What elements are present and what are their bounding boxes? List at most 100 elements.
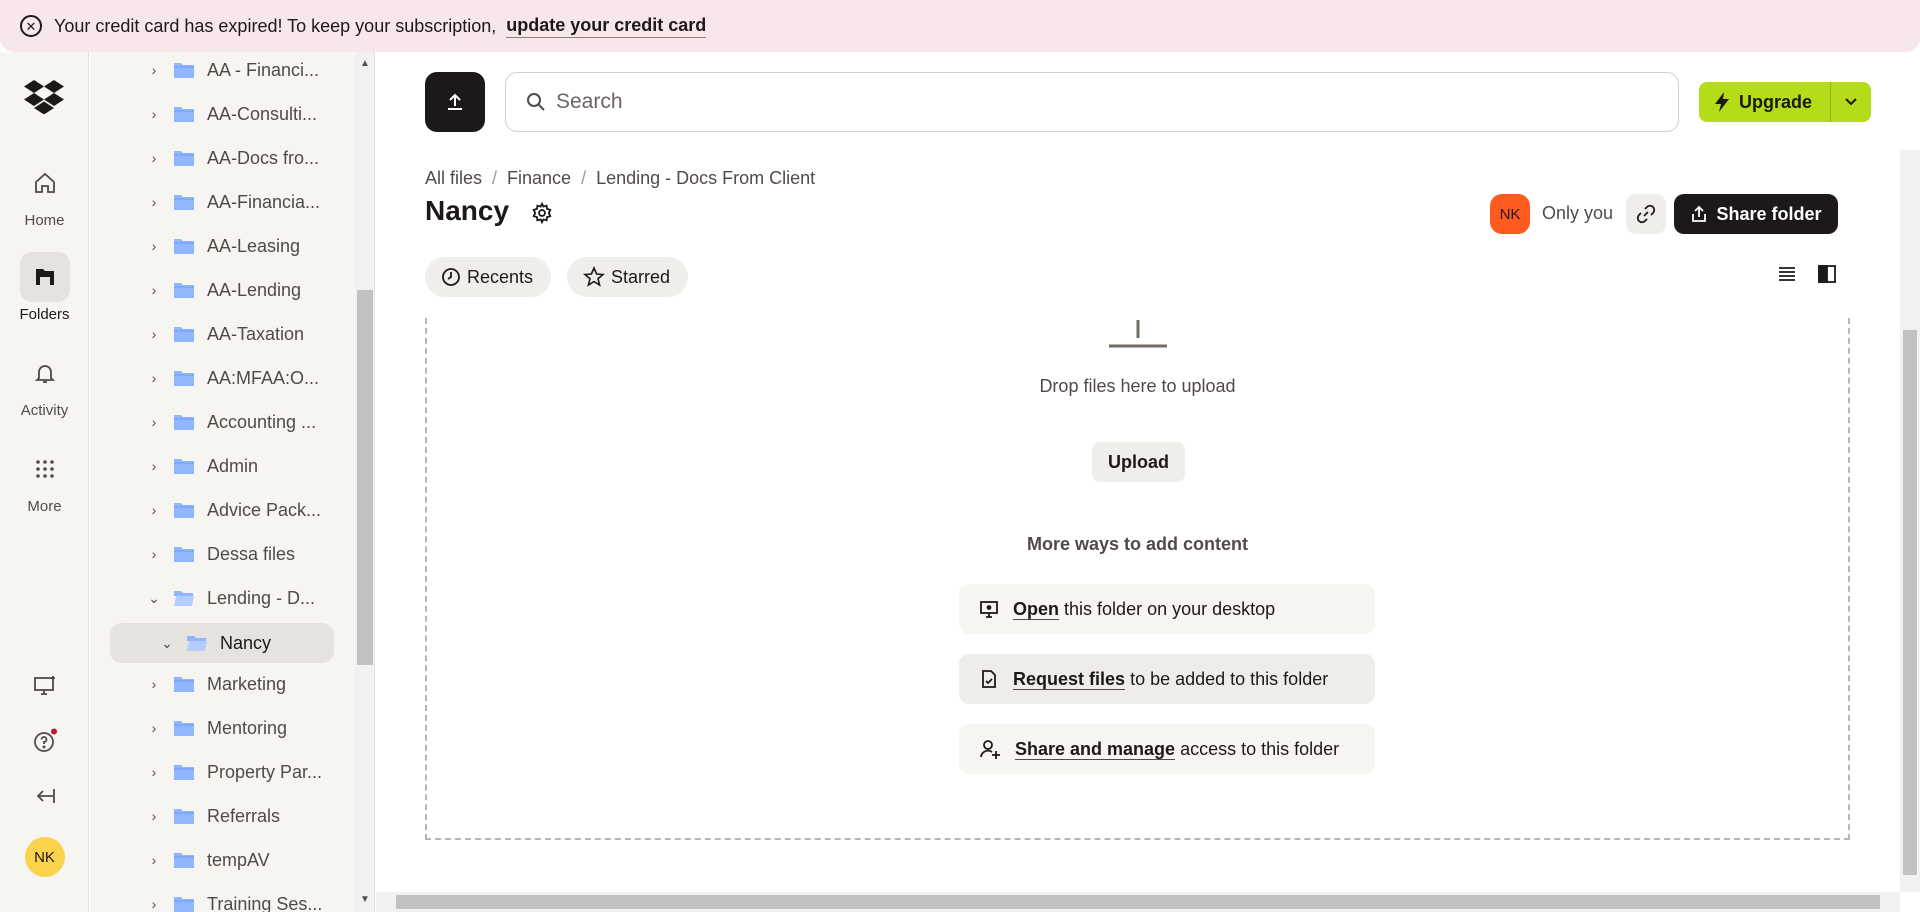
breadcrumb-all-files[interactable]: All files xyxy=(425,168,482,189)
main-horizontal-scrollbar[interactable] xyxy=(376,892,1900,912)
share-and-manage-option[interactable]: Share and manage access to this folder xyxy=(959,724,1375,774)
share-folder-button[interactable]: Share folder xyxy=(1674,194,1838,234)
chevron-down-icon[interactable]: ⌄ xyxy=(160,635,174,652)
chevron-right-icon[interactable]: › xyxy=(147,546,161,562)
drop-zone-upload-button[interactable]: Upload xyxy=(1092,442,1185,482)
recents-filter[interactable]: Recents xyxy=(425,257,552,297)
folder-icon xyxy=(174,327,194,342)
desktop-app-icon[interactable] xyxy=(0,674,89,698)
breadcrumb-lending[interactable]: Lending - Docs From Client xyxy=(596,168,815,189)
folder-settings-gear-icon[interactable] xyxy=(531,201,553,229)
chevron-right-icon[interactable]: › xyxy=(147,764,161,780)
drop-hint: Drop files here to upload xyxy=(1039,376,1236,396)
chevron-down-icon[interactable]: ⌄ xyxy=(147,590,161,607)
request-option-text: Request files to be added to this folder xyxy=(1013,668,1329,690)
chevron-right-icon[interactable]: › xyxy=(147,676,161,692)
folder-tree-scrollbar[interactable]: ▲ ▼ xyxy=(355,52,375,912)
tree-item[interactable]: › AA - Financi... xyxy=(90,52,355,90)
account-menu[interactable]: NK xyxy=(0,837,89,877)
tree-item-selected[interactable]: ⌄ Nancy xyxy=(110,623,334,663)
chevron-right-icon[interactable]: › xyxy=(147,62,161,78)
chevron-right-icon[interactable]: › xyxy=(147,150,161,166)
list-view-icon[interactable] xyxy=(1777,264,1797,289)
nav-activity[interactable]: Activity xyxy=(0,348,89,419)
scroll-up-arrow-icon[interactable]: ▲ xyxy=(355,58,375,69)
tree-item[interactable]: › Dessa files xyxy=(90,534,355,574)
tree-item[interactable]: › AA-Taxation xyxy=(90,314,355,354)
chevron-right-icon[interactable]: › xyxy=(147,326,161,342)
tree-item[interactable]: › Mentoring xyxy=(90,708,355,748)
search-box[interactable] xyxy=(505,72,1679,132)
chevron-right-icon[interactable]: › xyxy=(147,282,161,298)
owner-avatar[interactable]: NK xyxy=(1490,194,1530,234)
chevron-right-icon[interactable]: › xyxy=(147,720,161,736)
tree-item-label: AA:MFAA:O... xyxy=(207,367,320,388)
tree-item[interactable]: › Advice Pack... xyxy=(90,490,355,530)
scrollbar-thumb[interactable] xyxy=(1903,330,1917,875)
tree-item[interactable]: › AA-Consulti... xyxy=(90,94,355,134)
open-on-desktop-option[interactable]: Open this folder on your desktop xyxy=(959,584,1375,634)
home-icon xyxy=(20,158,70,208)
help-icon[interactable] xyxy=(0,728,89,754)
tree-item-label: Dessa files xyxy=(207,543,296,564)
chevron-right-icon[interactable]: › xyxy=(147,370,161,386)
tree-item[interactable]: › AA-Leasing xyxy=(90,226,355,266)
tree-item[interactable]: › AA-Financia... xyxy=(90,182,355,222)
update-credit-card-link[interactable]: update your credit card xyxy=(506,15,707,38)
tree-item-label: AA-Leasing xyxy=(207,235,301,256)
tree-item-label: Lending - D... xyxy=(207,587,316,608)
person-add-icon xyxy=(980,740,1000,759)
tree-item[interactable]: › Accounting ... xyxy=(90,402,355,442)
dropbox-logo-icon[interactable] xyxy=(24,78,64,114)
open-option-text: Open this folder on your desktop xyxy=(1013,598,1276,620)
tree-item[interactable]: › tempAV xyxy=(90,840,355,880)
upgrade-button[interactable]: Upgrade xyxy=(1699,82,1831,122)
scrollbar-thumb[interactable] xyxy=(396,895,1880,909)
chevron-right-icon[interactable]: › xyxy=(147,414,161,430)
copy-link-button[interactable] xyxy=(1626,194,1666,234)
share-icon xyxy=(1692,205,1707,222)
banner-message: Your credit card has expired! To keep yo… xyxy=(54,15,497,36)
chevron-right-icon[interactable]: › xyxy=(147,194,161,210)
chevron-right-icon[interactable]: › xyxy=(147,852,161,868)
tree-item[interactable]: › AA:MFAA:O... xyxy=(90,358,355,398)
tree-item-label: Admin xyxy=(207,455,259,476)
nav-home[interactable]: Home xyxy=(0,158,89,229)
collapse-sidebar-icon[interactable] xyxy=(0,784,89,808)
nav-more[interactable]: More xyxy=(0,444,89,515)
scrollbar-thumb[interactable] xyxy=(357,290,373,665)
chevron-right-icon[interactable]: › xyxy=(147,238,161,254)
share-folder-label: Share folder xyxy=(1716,203,1822,224)
chevron-right-icon[interactable]: › xyxy=(147,896,161,912)
info-panel-icon[interactable] xyxy=(1817,264,1837,289)
tree-item[interactable]: › AA-Docs fro... xyxy=(90,138,355,178)
tree-item-label: AA-Lending xyxy=(207,279,302,300)
tree-item[interactable]: › Marketing xyxy=(90,664,355,704)
chevron-right-icon[interactable]: › xyxy=(147,458,161,474)
upgrade-dropdown-button[interactable] xyxy=(1831,82,1871,122)
tree-item[interactable]: › Property Par... xyxy=(90,752,355,792)
upload-button[interactable] xyxy=(425,72,485,132)
chevron-right-icon[interactable]: › xyxy=(147,106,161,122)
tree-item[interactable]: › AA-Lending xyxy=(90,270,355,310)
tree-item[interactable]: ⌄ Lending - D... xyxy=(90,578,355,618)
search-input[interactable] xyxy=(556,90,1556,114)
folder-icon xyxy=(174,107,194,122)
request-files-option[interactable]: Request files to be added to this folder xyxy=(959,654,1375,704)
main-vertical-scrollbar[interactable] xyxy=(1900,150,1920,892)
tree-item[interactable]: › Admin xyxy=(90,446,355,486)
folder-icon xyxy=(174,721,194,736)
scroll-down-arrow-icon[interactable]: ▼ xyxy=(355,894,375,905)
chevron-right-icon[interactable]: › xyxy=(147,808,161,824)
chevron-right-icon[interactable]: › xyxy=(147,502,161,518)
main-content: Upgrade All files / Finance / Lending - … xyxy=(376,52,1920,912)
breadcrumb-finance[interactable]: Finance xyxy=(507,168,571,189)
tree-item-label: Accounting ... xyxy=(207,411,317,432)
credit-card-expired-banner: ✕ Your credit card has expired! To keep … xyxy=(0,0,1920,52)
tree-item[interactable]: › Training Ses... xyxy=(90,884,355,912)
upload-icon xyxy=(448,93,462,110)
upload-drop-zone[interactable]: Drop files here to upload Upload More wa… xyxy=(425,318,1850,840)
starred-filter[interactable]: Starred xyxy=(567,257,689,297)
tree-item[interactable]: › Referrals xyxy=(90,796,355,836)
nav-folders[interactable]: Folders xyxy=(0,252,89,323)
